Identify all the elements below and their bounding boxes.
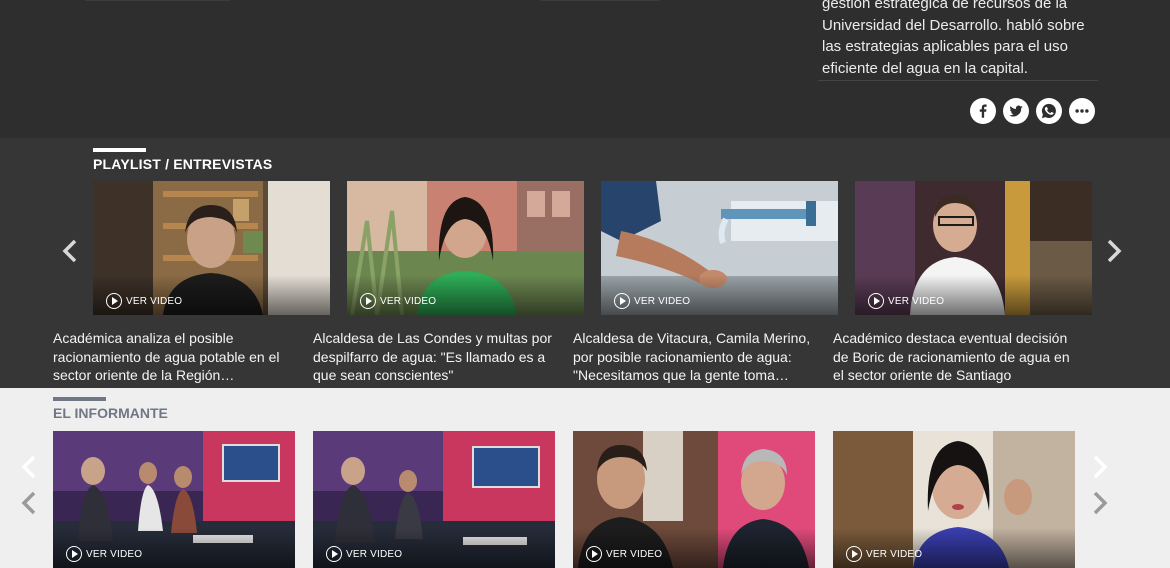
play-icon <box>868 293 884 309</box>
informante-next-arrow[interactable] <box>1090 490 1110 516</box>
video-title[interactable]: Académica analiza el posible racionamien… <box>53 329 298 385</box>
whatsapp-icon <box>1041 103 1056 119</box>
section-accent-bar <box>93 148 146 152</box>
facebook-icon <box>979 104 987 118</box>
video-thumbnail[interactable]: VER VIDEO <box>833 431 1075 568</box>
divider <box>818 80 1098 81</box>
informante-prev-arrow[interactable] <box>19 490 39 516</box>
video-thumbnail[interactable]: VER VIDEO <box>93 181 330 315</box>
ver-video-label: VER VIDEO <box>326 546 402 562</box>
play-icon <box>360 293 376 309</box>
video-thumbnail[interactable]: VER VIDEO <box>601 181 838 315</box>
video-thumbnail[interactable]: VER VIDEO <box>855 181 1092 315</box>
ver-video-label: VER VIDEO <box>868 293 944 309</box>
play-icon <box>326 546 342 562</box>
play-icon <box>614 293 630 309</box>
share-more-button[interactable] <box>1069 98 1095 124</box>
video-title[interactable]: Alcaldesa de Vitacura, Camila Merino, po… <box>573 329 818 385</box>
video-thumbnail[interactable]: VER VIDEO <box>573 431 815 568</box>
chevron-left-icon <box>21 491 36 515</box>
play-icon <box>846 546 862 562</box>
twitter-icon <box>1009 105 1023 117</box>
informante-prev-arrow-faded[interactable] <box>19 454 39 480</box>
informante-next-arrow-faded[interactable] <box>1090 454 1110 480</box>
video-thumbnail[interactable]: VER VIDEO <box>53 431 295 568</box>
play-icon <box>106 293 122 309</box>
chevron-left-icon <box>62 239 77 263</box>
ver-video-label: VER VIDEO <box>106 293 182 309</box>
video-title[interactable]: Académico destaca eventual decisión de B… <box>833 329 1078 385</box>
chevron-left-icon <box>21 455 36 479</box>
playlist-prev-arrow[interactable] <box>60 238 80 264</box>
play-icon <box>586 546 602 562</box>
share-twitter-button[interactable] <box>1003 98 1029 124</box>
playlist-next-arrow[interactable] <box>1104 238 1124 264</box>
divider <box>85 0 230 1</box>
article-area: gestión estratégica de recursos de la Un… <box>0 0 1170 138</box>
more-icon <box>1075 109 1089 113</box>
ver-video-label: VER VIDEO <box>360 293 436 309</box>
video-thumbnail[interactable]: VER VIDEO <box>347 181 584 315</box>
ver-video-label: VER VIDEO <box>614 293 690 309</box>
video-title[interactable]: Alcaldesa de Las Condes y multas por des… <box>313 329 558 385</box>
share-whatsapp-button[interactable] <box>1036 98 1062 124</box>
ver-video-label: VER VIDEO <box>66 546 142 562</box>
playlist-title: PLAYLIST / ENTREVISTAS <box>93 156 273 172</box>
chevron-right-icon <box>1107 239 1122 263</box>
play-icon <box>66 546 82 562</box>
ver-video-label: VER VIDEO <box>586 546 662 562</box>
article-description: gestión estratégica de recursos de la Un… <box>822 0 1085 77</box>
share-facebook-button[interactable] <box>970 98 996 124</box>
informante-title: EL INFORMANTE <box>53 405 168 421</box>
chevron-right-icon <box>1093 455 1108 479</box>
ver-video-label: VER VIDEO <box>846 546 922 562</box>
informante-section: EL INFORMANTE VER VIDEO VER VIDEO VER VI… <box>0 388 1170 568</box>
chevron-right-icon <box>1093 491 1108 515</box>
video-thumbnail[interactable]: VER VIDEO <box>313 431 555 568</box>
share-bar <box>970 98 1095 124</box>
playlist-section: PLAYLIST / ENTREVISTAS VER VIDEO Académi… <box>0 138 1170 388</box>
section-accent-bar <box>53 397 106 401</box>
divider <box>540 0 660 1</box>
